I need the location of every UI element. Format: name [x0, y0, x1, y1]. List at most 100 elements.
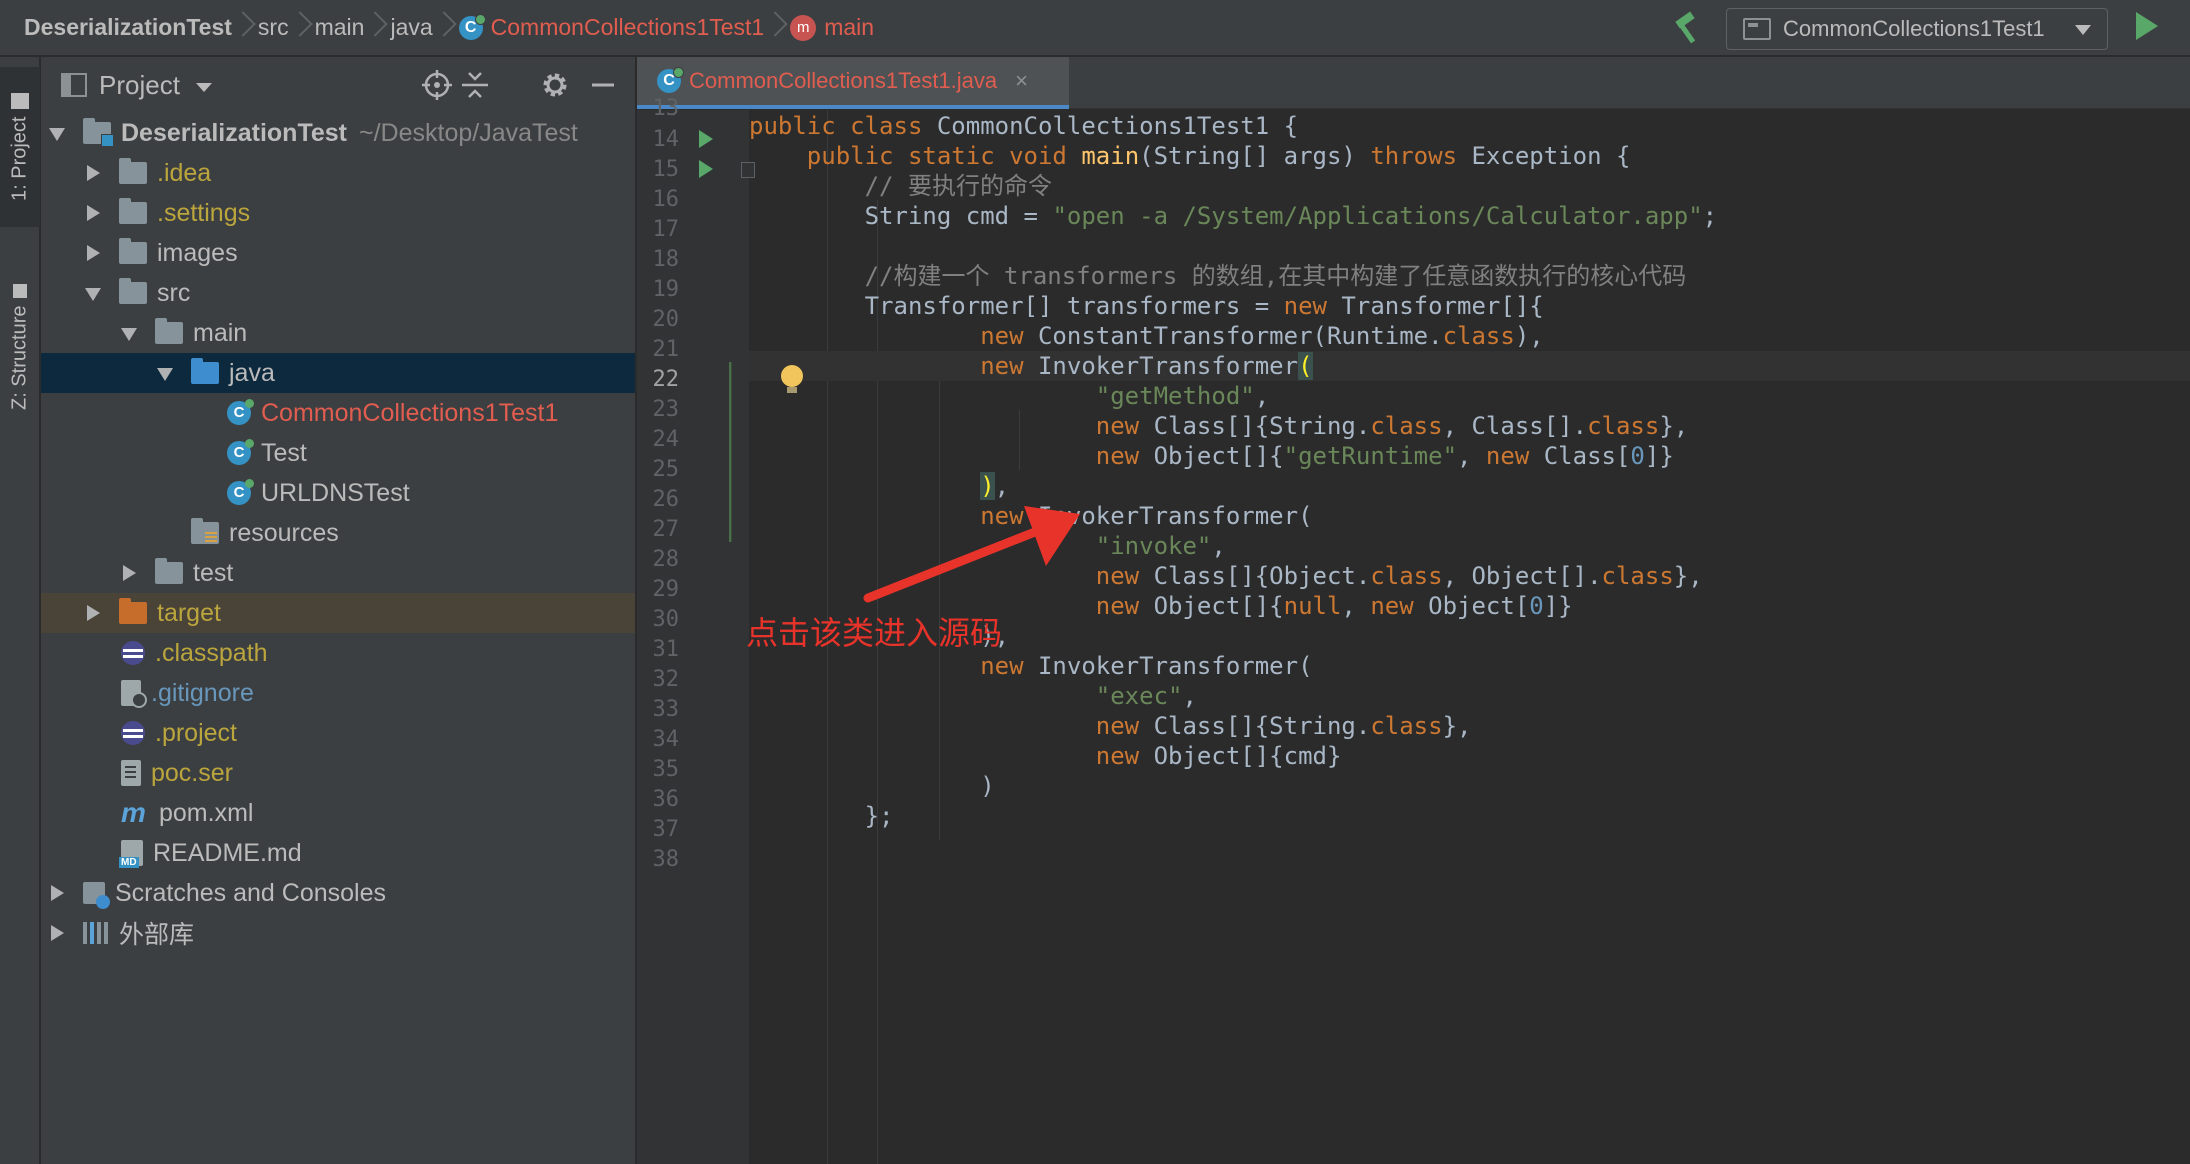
- navigation-bar: DeserializationTest src main java C Comm…: [0, 0, 2190, 56]
- tree-item-test-folder[interactable]: test: [41, 553, 635, 593]
- breadcrumb-method[interactable]: m main: [786, 0, 874, 56]
- tree-item-scratches[interactable]: Scratches and Consoles: [41, 873, 635, 913]
- code-line-27: new InvokerTransformer(: [980, 502, 1313, 530]
- tree-item-main[interactable]: main: [41, 313, 635, 353]
- collapse-arrow-icon[interactable]: [49, 925, 65, 941]
- gear-icon[interactable]: [539, 69, 571, 101]
- java-class-icon: C: [227, 439, 254, 465]
- tree-item-label: Scratches and Consoles: [115, 878, 386, 907]
- module-folder-icon: [83, 118, 114, 147]
- run-method-icon[interactable]: [699, 160, 713, 178]
- tree-item-external-libraries[interactable]: 外部库: [41, 913, 635, 953]
- lightbulb-icon[interactable]: [781, 365, 803, 393]
- line-number: 17: [652, 217, 680, 242]
- line-number: 26: [652, 487, 680, 512]
- run-class-icon[interactable]: [699, 130, 713, 148]
- tree-item-project-root[interactable]: DeserializationTest ~/Desktop/JavaTest: [41, 113, 635, 153]
- breadcrumb-main[interactable]: main: [311, 0, 365, 56]
- change-marker[interactable]: [729, 362, 732, 542]
- tree-item-label: java: [229, 358, 275, 387]
- collapse-arrow-icon[interactable]: [85, 245, 101, 261]
- run-icon[interactable]: [2136, 12, 2158, 40]
- project-tool-tab[interactable]: 1: Project: [0, 67, 40, 227]
- tree-item-src[interactable]: src: [41, 273, 635, 313]
- code-line-28: "invoke",: [1095, 532, 1226, 560]
- tree-item-commoncollections1test1[interactable]: C CommonCollections1Test1: [41, 393, 635, 433]
- folder-icon: [11, 92, 29, 109]
- folder-icon: [155, 318, 183, 344]
- code-line-35: new Object[]{cmd}: [1095, 742, 1342, 770]
- tree-item-label: CommonCollections1Test1: [261, 398, 559, 427]
- tree-item-label: .project: [155, 718, 237, 747]
- locate-target-icon[interactable]: [421, 69, 453, 101]
- run-configuration-select[interactable]: CommonCollections1Test1: [1726, 8, 2108, 50]
- tree-item-target[interactable]: target: [41, 593, 635, 633]
- build-hammer-icon[interactable]: [1670, 10, 1706, 46]
- breadcrumb-separator: [232, 0, 254, 56]
- close-icon[interactable]: ×: [1015, 68, 1028, 94]
- breadcrumb-class[interactable]: C CommonCollections1Test1: [455, 0, 764, 56]
- collapse-arrow-icon[interactable]: [85, 165, 101, 181]
- tree-item-readme[interactable]: README.md: [41, 833, 635, 873]
- collapse-arrow-icon[interactable]: [85, 205, 101, 221]
- breadcrumb-java[interactable]: java: [386, 0, 432, 56]
- expand-arrow-icon[interactable]: [85, 285, 101, 301]
- breadcrumb-separator: [289, 0, 311, 56]
- line-number-current: 22: [652, 367, 680, 392]
- collapse-arrow-icon[interactable]: [49, 885, 65, 901]
- tree-item-images[interactable]: images: [41, 233, 635, 273]
- line-number: 19: [652, 277, 680, 302]
- maven-file-icon: m: [121, 797, 146, 828]
- project-view-icon: [61, 73, 87, 97]
- breadcrumb-src[interactable]: src: [254, 0, 289, 56]
- collapse-arrow-icon[interactable]: [85, 605, 101, 621]
- code-line-29: new Class[]{Object.class, Object[].class…: [1095, 562, 1703, 590]
- tree-item-settings[interactable]: .settings: [41, 193, 635, 233]
- line-number: 14: [652, 127, 680, 152]
- tree-item-label: images: [157, 238, 238, 267]
- expand-arrow-icon[interactable]: [49, 125, 65, 141]
- library-icon: [83, 922, 109, 944]
- tree-item-gitignore[interactable]: .gitignore: [41, 673, 635, 713]
- tree-item-idea[interactable]: .idea: [41, 153, 635, 193]
- line-number: 37: [652, 817, 680, 842]
- tree-item-label: src: [157, 278, 191, 307]
- tree-item-classpath[interactable]: .classpath: [41, 633, 635, 673]
- collapse-all-icon[interactable]: [459, 69, 491, 101]
- expand-arrow-icon[interactable]: [121, 325, 137, 341]
- line-number: 38: [652, 847, 680, 872]
- tree-item-resources[interactable]: resources: [41, 513, 635, 553]
- tree-item-label: test: [193, 558, 234, 587]
- tree-item-java[interactable]: java: [41, 353, 635, 393]
- editor-gutter: 13 14 15 16 17 18 19 20 21 22 23 24 25 2…: [637, 96, 755, 1164]
- tree-item-test-class[interactable]: C Test: [41, 433, 635, 473]
- code-line-24: new Class[]{String.class, Class[].class}…: [1095, 412, 1689, 440]
- project-panel-title[interactable]: Project: [99, 70, 180, 101]
- folder-icon: [119, 158, 147, 184]
- java-class-icon: C: [227, 479, 254, 505]
- breadcrumb-project[interactable]: DeserializationTest: [0, 0, 232, 56]
- tree-item-poc-ser[interactable]: poc.ser: [41, 753, 635, 793]
- structure-tool-tab[interactable]: Z: Structure: [0, 247, 40, 447]
- tree-item-urldnstest[interactable]: C URLDNSTest: [41, 473, 635, 513]
- tree-item-pom-xml[interactable]: m pom.xml: [41, 793, 635, 833]
- chevron-down-icon[interactable]: [195, 82, 212, 92]
- breadcrumb-method-label: main: [824, 14, 875, 40]
- collapse-arrow-icon[interactable]: [121, 565, 137, 581]
- run-config-label: CommonCollections1Test1: [1783, 16, 2045, 41]
- expand-arrow-icon[interactable]: [157, 365, 173, 381]
- tab-label: CommonCollections1Test1.java: [689, 68, 998, 93]
- text-file-icon: [121, 760, 141, 786]
- tab-commoncollections1test1-java[interactable]: C CommonCollections1Test1.java ×: [637, 57, 1069, 109]
- tree-item-project-file[interactable]: .project: [41, 713, 635, 753]
- markdown-file-icon: [119, 840, 143, 868]
- code-line-16: // 要执行的命令: [864, 172, 1052, 200]
- tool-window-strip: 1: Project Z: Structure: [0, 57, 40, 1164]
- code-line-20: Transformer[] transformers = new Transfo…: [749, 292, 1544, 320]
- line-number: 33: [652, 697, 680, 722]
- line-number: 35: [652, 757, 680, 782]
- tree-item-label: resources: [229, 518, 339, 547]
- minimize-icon[interactable]: [587, 69, 619, 101]
- project-panel: Project DeserializationTest ~/Desktop/Ja…: [41, 57, 636, 1164]
- tree-item-label: .gitignore: [151, 678, 254, 707]
